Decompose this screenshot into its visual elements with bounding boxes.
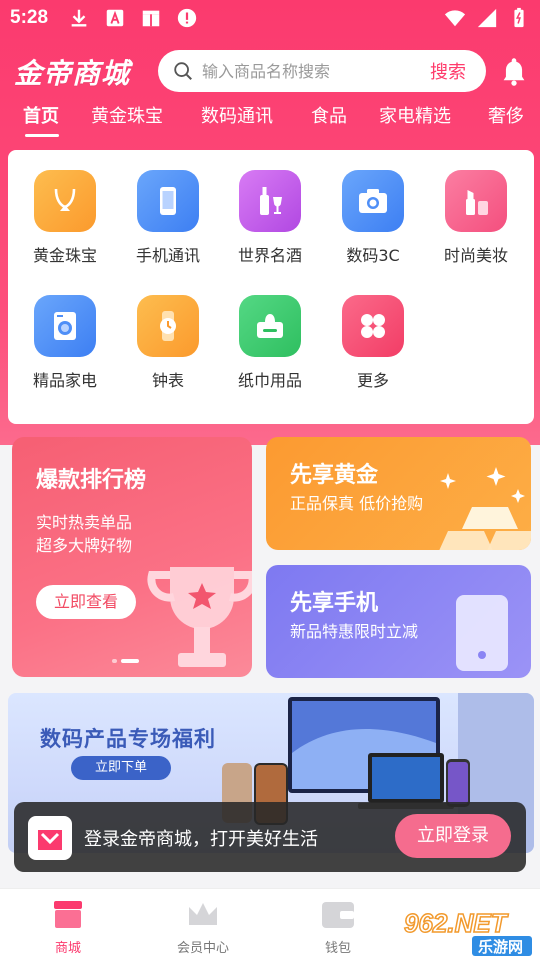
- watermark-text-2: 乐游网: [478, 938, 523, 956]
- category-watch[interactable]: 钟表: [120, 295, 216, 391]
- necklace-icon: [34, 170, 96, 232]
- category-cosmetics[interactable]: 时尚美妆: [428, 170, 524, 266]
- watermark-logo: 962.NET 乐游网: [403, 907, 532, 956]
- search-input[interactable]: [202, 61, 430, 81]
- category-appliances[interactable]: 精品家电: [17, 295, 113, 391]
- category-label: 时尚美妆: [443, 246, 508, 265]
- lipstick-icon: [445, 170, 507, 232]
- smartphone-icon: [456, 595, 508, 671]
- signal-icon: [477, 8, 497, 28]
- category-phone[interactable]: 手机通讯: [120, 170, 216, 266]
- ranking-card[interactable]: 爆款排行榜 实时热卖单品 超多大牌好物 立即查看: [12, 437, 252, 677]
- alert-icon: [177, 8, 197, 28]
- watermark-text-1: 962.NET: [404, 908, 509, 938]
- tab-active-indicator: [25, 134, 59, 137]
- category-digital-3c[interactable]: 数码3C: [325, 170, 421, 266]
- tabbar-label: 会员中心: [176, 941, 229, 956]
- category-label: 黄金珠宝: [32, 246, 97, 265]
- gift-icon: [142, 10, 160, 27]
- tabbar-label: 商城: [54, 941, 81, 956]
- tabbar-label: 钱包: [324, 941, 351, 956]
- login-prompt-bar: 登录金帝商城，打开美好生活 立即登录: [14, 802, 526, 872]
- tabbar-wallet[interactable]: 钱包: [293, 899, 383, 956]
- view-now-button[interactable]: 立即查看: [36, 585, 136, 619]
- category-label: 手机通讯: [135, 246, 200, 265]
- crown-icon: [189, 903, 217, 925]
- category-more[interactable]: 更多: [325, 295, 421, 391]
- category-gold-jewelry[interactable]: 黄金珠宝: [17, 170, 113, 266]
- ranking-title: 爆款排行榜: [36, 468, 147, 493]
- trophy-icon: [147, 567, 252, 667]
- store-icon: [54, 901, 82, 928]
- category-label: 精品家电: [32, 371, 97, 390]
- category-grid: 黄金珠宝 手机通讯 世界名酒 数码3C 时尚美妆 精品家电 钟表 纸巾用品 更多: [8, 150, 534, 424]
- tab-digital[interactable]: 数码通讯: [201, 102, 273, 128]
- gold-promo-title: 先享黄金: [290, 463, 379, 488]
- banner-title: 数码产品专场福利: [40, 727, 216, 751]
- tabbar-store[interactable]: 商城: [23, 899, 113, 956]
- more-icon: [342, 295, 404, 357]
- category-wine[interactable]: 世界名酒: [222, 170, 318, 266]
- category-label: 世界名酒: [237, 246, 302, 265]
- wallet-icon: [322, 902, 354, 928]
- category-label: 钟表: [151, 371, 184, 390]
- gold-bar-icon: [439, 467, 531, 550]
- gold-promo-subtitle: 正品保真 低价抢购: [290, 494, 424, 513]
- logo-icon: [38, 830, 62, 850]
- login-button[interactable]: 立即登录: [395, 814, 511, 858]
- phone-promo-title: 先享手机: [290, 591, 379, 616]
- tab-home[interactable]: 首页: [23, 102, 59, 128]
- font-icon: [106, 9, 124, 27]
- phone-promo-subtitle: 新品特惠限时立减: [290, 622, 419, 641]
- download-icon: [71, 9, 87, 27]
- phone-icon: [137, 170, 199, 232]
- category-label: 更多: [356, 371, 389, 390]
- phone-promo-card[interactable]: 先享手机 新品特惠限时立减: [266, 565, 531, 678]
- search-bar[interactable]: 搜索: [158, 50, 486, 92]
- camera-icon: [342, 170, 404, 232]
- ranking-subtitle-1: 实时热卖单品: [36, 513, 133, 532]
- tabbar-member[interactable]: 会员中心: [158, 899, 248, 956]
- wifi-icon: [444, 10, 466, 27]
- category-tabs: 首页 黄金珠宝 数码通讯 食品 家电精选 奢侈: [0, 102, 540, 142]
- watch-icon: [137, 295, 199, 357]
- category-tissue[interactable]: 纸巾用品: [222, 295, 318, 391]
- search-button[interactable]: 搜索: [430, 58, 466, 84]
- wine-icon: [239, 170, 301, 232]
- battery-icon: [514, 7, 524, 28]
- tab-gold-jewelry[interactable]: 黄金珠宝: [91, 102, 163, 128]
- category-label: 数码3C: [346, 246, 400, 265]
- category-label: 纸巾用品: [237, 371, 302, 390]
- tab-food[interactable]: 食品: [311, 102, 347, 128]
- tab-appliances[interactable]: 家电精选: [379, 102, 451, 128]
- tab-luxury[interactable]: 奢侈: [488, 102, 524, 128]
- login-message: 登录金帝商城，打开美好生活: [84, 829, 318, 850]
- app-avatar: [28, 816, 72, 860]
- bell-icon[interactable]: [500, 56, 528, 86]
- order-now-button[interactable]: 立即下单: [71, 756, 171, 780]
- search-icon: [174, 62, 192, 80]
- tissue-icon: [239, 295, 301, 357]
- gold-promo-card[interactable]: 先享黄金 正品保真 低价抢购: [266, 437, 531, 550]
- washer-icon: [34, 295, 96, 357]
- status-bar: 5:28: [0, 0, 540, 36]
- app-logo: 金帝商城: [14, 57, 131, 90]
- carousel-dots: [112, 659, 139, 663]
- ranking-subtitle-2: 超多大牌好物: [36, 536, 133, 555]
- status-time: 5:28: [10, 7, 49, 28]
